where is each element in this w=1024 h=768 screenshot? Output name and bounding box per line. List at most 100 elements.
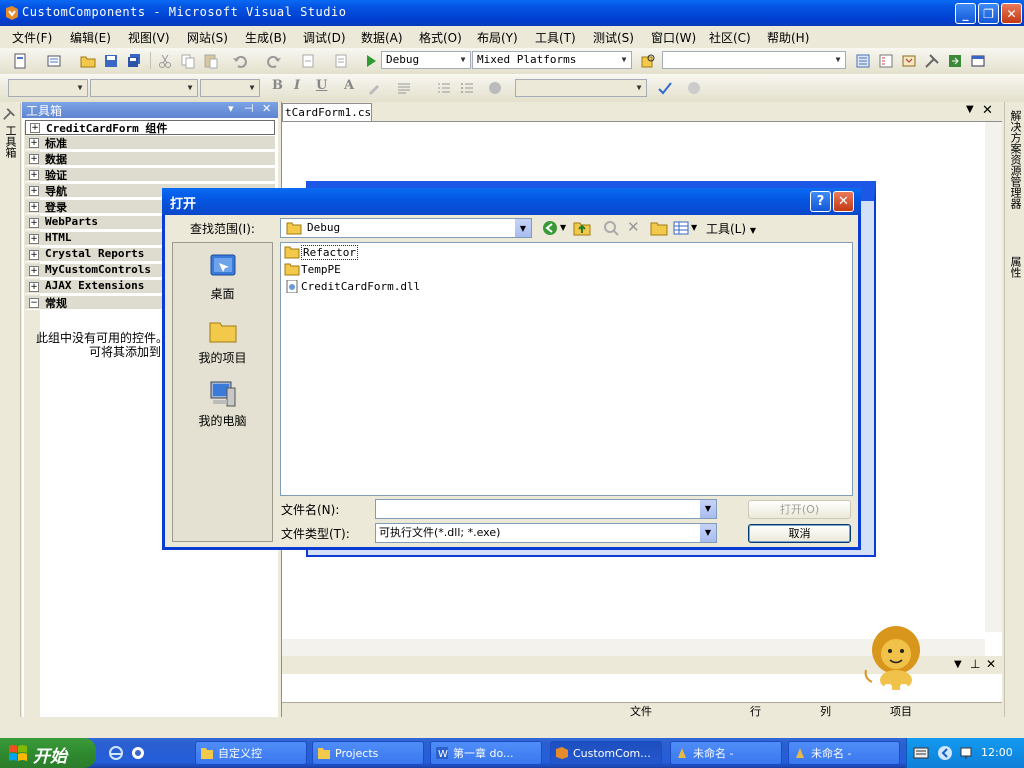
properties-tab[interactable]: 属性 [1007,256,1023,278]
close-icon[interactable]: ✕ [262,102,271,115]
font-size-combo[interactable]: ▼ [200,79,260,97]
close-document-icon[interactable]: ✕ [982,103,993,118]
column-header-project[interactable]: 项目 [890,703,912,719]
navigate-backward-icon[interactable] [300,53,316,69]
toolbox-group[interactable]: + CreditCardForm 组件 [25,120,275,135]
object-browser-icon[interactable] [901,53,917,69]
taskbar-task[interactable]: Projects [312,741,424,765]
menu-website[interactable]: 网站(S) [187,29,228,46]
font-name-combo[interactable]: ▼ [90,79,198,97]
arrow-left-icon[interactable] [937,745,953,761]
list-item[interactable]: Refactor [284,245,358,261]
find-combo[interactable]: ▼ [662,51,846,69]
network-icon[interactable] [959,745,975,761]
solution-explorer-tab[interactable]: 解决方案资源管理器 [1007,110,1023,209]
background-color-icon[interactable] [487,80,503,96]
filename-input[interactable]: ▼ [375,499,717,519]
menu-community[interactable]: 社区(C) [709,29,751,46]
tools-menu[interactable]: 工具(L) ▼ [706,220,756,237]
command-window-icon[interactable] [970,53,986,69]
column-header-file[interactable]: 文件 [630,703,652,719]
menu-layout[interactable]: 布局(Y) [477,29,518,46]
taskbar-task[interactable]: 自定义控 [195,741,307,765]
column-header-line[interactable]: 行 [750,703,761,719]
close-icon[interactable]: ✕ [986,657,996,671]
up-one-level-icon[interactable] [573,220,591,236]
menu-file[interactable]: 文件(F) [12,29,52,46]
toolbox-icon[interactable] [924,53,940,69]
justify-icon[interactable] [396,80,412,96]
chevron-down-icon[interactable]: ▼ [691,223,697,232]
file-list[interactable]: Refactor TempPE CreditCardForm.dll [280,242,853,496]
menu-view[interactable]: 视图(V) [128,29,170,46]
block-format-combo[interactable]: ▼ [8,79,88,97]
new-folder-icon[interactable] [650,220,668,236]
active-files-icon[interactable]: ▼ [966,104,974,115]
menu-data[interactable]: 数据(A) [361,29,403,46]
list-item[interactable]: CreditCardForm.dll [284,279,420,295]
copy-icon[interactable] [180,53,196,69]
save-icon[interactable] [103,53,119,69]
menu-build[interactable]: 生成(B) [245,29,287,46]
font-color-icon[interactable]: A [344,78,354,93]
toolbox-group[interactable]: + 验证 [25,168,275,182]
undo-icon[interactable] [232,53,248,69]
auto-hide-pin-icon[interactable]: ⊥ [970,657,980,671]
italic-icon[interactable]: I [294,78,300,93]
close-button[interactable]: ✕ [833,191,854,212]
place-my-computer[interactable]: 我的电脑 [173,378,272,429]
close-button[interactable]: ✕ [1001,3,1022,24]
quick-launch-icon[interactable] [130,745,146,761]
bulleted-list-icon[interactable] [459,80,475,96]
list-item[interactable]: TempPE [284,263,341,278]
taskbar-task[interactable]: W 第一章 do... [430,741,542,765]
cut-icon[interactable] [157,53,173,69]
help-button[interactable]: ? [810,191,831,212]
toolbox-group[interactable]: + 数据 [25,152,275,166]
start-debug-icon[interactable] [363,53,379,69]
design-view-icon[interactable] [686,80,702,96]
minimize-button[interactable]: _ [955,3,976,24]
menu-format[interactable]: 格式(O) [419,29,462,46]
search-web-icon[interactable] [603,220,619,236]
lion-mascot-icon[interactable] [860,624,930,694]
taskbar-task[interactable]: 未命名 - [670,741,782,765]
redo-icon[interactable] [266,53,282,69]
window-position-icon[interactable]: ▾ [228,102,234,115]
column-header-column[interactable]: 列 [820,703,831,719]
paste-icon[interactable] [203,53,219,69]
taskbar-task[interactable]: 未命名 - [788,741,900,765]
numbered-list-icon[interactable] [436,80,452,96]
solution-platform-combo[interactable]: Mixed Platforms ▼ [472,51,632,69]
place-desktop[interactable]: 桌面 [173,251,272,302]
delete-icon[interactable]: ✕ [627,218,640,236]
solution-config-combo[interactable]: Debug ▼ [381,51,471,69]
save-all-icon[interactable] [126,53,142,69]
find-in-files-icon[interactable] [640,53,656,69]
filetype-select[interactable]: 可执行文件(*.dll; *.exe) ▼ [375,523,717,543]
underline-icon[interactable]: U [316,78,327,93]
back-icon[interactable] [542,220,558,236]
window-position-icon[interactable]: ▼ [954,659,962,670]
views-menu-icon[interactable] [673,220,689,236]
look-in-combo[interactable]: Debug ▼ [280,218,532,238]
navigate-forward-icon[interactable] [333,53,349,69]
menu-edit[interactable]: 编辑(E) [70,29,111,46]
toolbox-side-tab[interactable]: 工具箱 [0,103,21,717]
auto-hide-pin-icon[interactable]: ⊣ [244,102,254,115]
check-accessibility-icon[interactable] [657,80,673,96]
taskbar-task[interactable]: CustomCom... [550,741,662,765]
start-page-icon[interactable] [947,53,963,69]
menu-debug[interactable]: 调试(D) [303,29,346,46]
properties-window-icon[interactable] [878,53,894,69]
solution-explorer-icon[interactable] [855,53,871,69]
add-item-icon[interactable] [46,53,62,69]
toolbox-group[interactable]: + 标准 [25,136,275,150]
editor-vertical-scrollbar[interactable] [985,122,1002,632]
menu-help[interactable]: 帮助(H) [767,29,809,46]
document-tab[interactable]: tCardForm1.cs [282,103,372,121]
bold-icon[interactable]: B [272,78,283,93]
restore-button[interactable]: ❐ [978,3,999,24]
menu-test[interactable]: 测试(S) [593,29,634,46]
start-button[interactable]: 开始 [0,738,96,768]
